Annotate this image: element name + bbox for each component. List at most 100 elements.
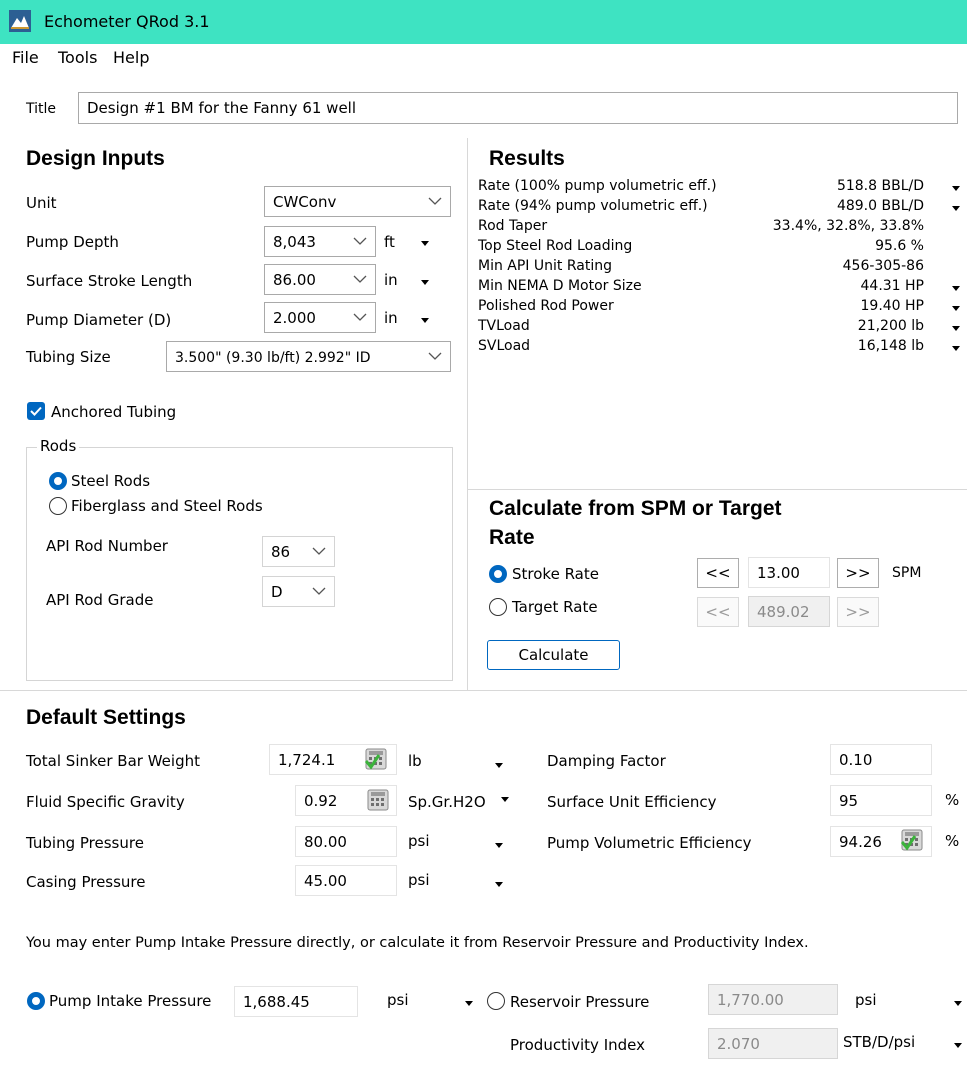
rods-group-label: Rods	[37, 437, 80, 455]
pump-depth-select[interactable]: 8,043	[264, 226, 376, 257]
app-icon	[9, 10, 31, 32]
unit-dropdown-icon[interactable]	[421, 241, 429, 247]
casing-pressure-unit: psi	[408, 871, 430, 889]
results-row: Top Steel Rod Loading 95.6 %	[478, 238, 960, 258]
anchored-tubing-checkbox[interactable]	[27, 402, 45, 420]
results-row[interactable]: Polished Rod Power 19.40 HP	[478, 298, 960, 318]
fiberglass-rods-radio[interactable]	[49, 497, 67, 515]
unit-dropdown-icon[interactable]	[465, 1001, 473, 1007]
calculate-button[interactable]: Calculate	[487, 640, 620, 670]
stroke-length-value: 86.00	[273, 271, 316, 289]
window-title: Echometer QRod 3.1	[44, 12, 210, 31]
results-row-label: Min API Unit Rating	[478, 258, 612, 274]
results-row[interactable]: SVLoad 16,148 lb	[478, 338, 960, 358]
pump-diameter-value: 2.000	[273, 309, 316, 327]
unit-dropdown-icon[interactable]	[421, 280, 429, 286]
results-row-label: Polished Rod Power	[478, 298, 614, 314]
pump-intake-pressure-radio[interactable]	[27, 992, 45, 1010]
fiberglass-rods-label: Fiberglass and Steel Rods	[71, 497, 263, 515]
target-rate-label: Target Rate	[512, 598, 598, 616]
title-input[interactable]: Design #1 BM for the Fanny 61 well	[78, 92, 958, 124]
reservoir-input[interactable]: 1,770.00	[708, 984, 838, 1015]
menu-file[interactable]: File	[12, 48, 39, 67]
results-dropdown-icon[interactable]	[952, 206, 960, 212]
results-row[interactable]: Rate (100% pump volumetric eff.) 518.8 BB…	[478, 178, 960, 198]
reservoir-pressure-radio[interactable]	[487, 992, 505, 1010]
stroke-rate-input[interactable]: 13.00	[748, 557, 830, 588]
stroke-length-select[interactable]: 86.00	[264, 264, 376, 295]
results-row: Min API Unit Rating 456-305-86	[478, 258, 960, 278]
unit-dropdown-icon[interactable]	[495, 843, 503, 849]
check-icon	[30, 406, 42, 416]
results-row-value: 33.4%, 32.8%, 33.8%	[772, 218, 924, 234]
results-row-label: Rate (94% pump volumetric eff.)	[478, 198, 708, 214]
api-rod-number-label: API Rod Number	[46, 537, 168, 555]
stroke-rate-decrease-button[interactable]: <<	[697, 558, 739, 588]
tubing-pressure-input[interactable]: 80.00	[295, 826, 397, 857]
chevron-down-icon	[353, 275, 367, 283]
pip-unit: psi	[387, 991, 409, 1009]
results-dropdown-icon[interactable]	[952, 346, 960, 352]
target-rate-input[interactable]: 489.02	[748, 596, 830, 627]
surface-eff-input[interactable]: 95	[830, 785, 932, 816]
pi-input[interactable]: 2.070	[708, 1028, 838, 1059]
vertical-divider	[467, 138, 468, 690]
api-rod-number-value: 86	[271, 543, 291, 561]
steel-rods-radio[interactable]	[49, 472, 67, 490]
pump-vol-eff-unit: %	[945, 832, 960, 850]
results-row[interactable]: Min NEMA D Motor Size 44.31 HP	[478, 278, 960, 298]
target-rate-increase-button[interactable]: >>	[837, 597, 879, 627]
unit-select[interactable]: CWConv	[264, 186, 451, 217]
results-row-value: 44.31 HP	[860, 278, 925, 294]
api-rod-grade-select[interactable]: D	[262, 576, 335, 607]
target-rate-decrease-button[interactable]: <<	[697, 597, 739, 627]
target-rate-radio[interactable]	[489, 598, 507, 616]
api-rod-number-select[interactable]: 86	[262, 536, 335, 567]
menu-tools[interactable]: Tools	[58, 48, 97, 67]
sinker-bar-value: 1,724.1	[278, 751, 336, 769]
api-rod-grade-value: D	[271, 583, 283, 601]
stroke-rate-radio[interactable]	[489, 565, 507, 583]
results-dropdown-icon[interactable]	[952, 286, 960, 292]
sinker-bar-label: Total Sinker Bar Weight	[26, 752, 200, 770]
results-row-value: 95.6 %	[875, 238, 924, 254]
tubing-size-select[interactable]: 3.500" (9.30 lb/ft) 2.992" ID	[166, 341, 451, 372]
results-dropdown-icon[interactable]	[952, 326, 960, 332]
damping-input[interactable]: 0.10	[830, 744, 932, 775]
casing-pressure-input[interactable]: 45.00	[295, 865, 397, 896]
reservoir-label: Reservoir Pressure	[510, 993, 650, 1011]
unit-dropdown-icon[interactable]	[495, 763, 503, 769]
tubing-pressure-unit: psi	[408, 832, 430, 850]
results-row[interactable]: Rate (94% pump volumetric eff.) 489.0 BBL…	[478, 198, 960, 218]
fluid-sg-unit: Sp.Gr.H2O	[408, 793, 486, 811]
unit-dropdown-icon[interactable]	[501, 797, 509, 803]
menu-bar: File Tools Help	[0, 44, 967, 72]
tubing-size-value: 3.500" (9.30 lb/ft) 2.992" ID	[175, 350, 371, 366]
unit-dropdown-icon[interactable]	[421, 318, 429, 324]
pump-depth-value: 8,043	[273, 233, 316, 251]
casing-pressure-label: Casing Pressure	[26, 873, 146, 891]
calculator-icon[interactable]	[367, 789, 389, 811]
menu-help[interactable]: Help	[113, 48, 149, 67]
pump-diameter-select[interactable]: 2.000	[264, 302, 376, 333]
unit-dropdown-icon[interactable]	[954, 1043, 962, 1049]
pump-vol-eff-label: Pump Volumetric Efficiency	[547, 834, 752, 852]
pip-input[interactable]: 1,688.45	[234, 986, 358, 1017]
results-row-label: Rod Taper	[478, 218, 548, 234]
calculator-check-icon[interactable]	[901, 829, 923, 851]
stroke-rate-increase-button[interactable]: >>	[837, 558, 879, 588]
tubing-pressure-label: Tubing Pressure	[26, 834, 144, 852]
results-row[interactable]: TVLoad 21,200 lb	[478, 318, 960, 338]
results-dropdown-icon[interactable]	[952, 186, 960, 192]
unit-dropdown-icon[interactable]	[954, 1001, 962, 1007]
pip-label: Pump Intake Pressure	[49, 992, 212, 1010]
title-bar: Echometer QRod 3.1	[0, 0, 967, 44]
title-label: Title	[26, 101, 57, 117]
calculator-check-icon[interactable]	[365, 748, 387, 770]
default-settings-heading: Default Settings	[26, 706, 186, 729]
unit-dropdown-icon[interactable]	[495, 882, 503, 888]
section-divider	[0, 690, 967, 691]
pi-label: Productivity Index	[510, 1036, 645, 1054]
results-dropdown-icon[interactable]	[952, 306, 960, 312]
pump-diameter-unit: in	[384, 309, 398, 327]
